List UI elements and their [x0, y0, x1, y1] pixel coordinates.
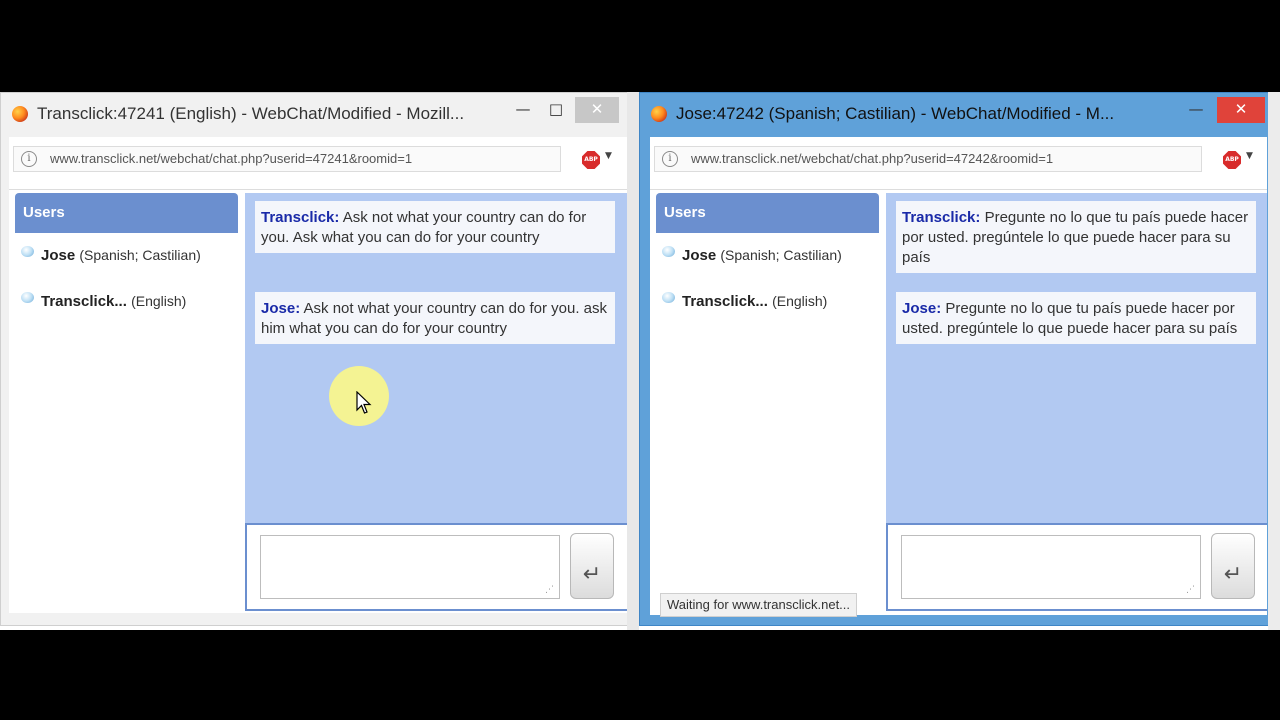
- chat-message: Transclick: Pregunte no lo que tu país p…: [896, 201, 1256, 273]
- info-icon[interactable]: i: [21, 151, 37, 167]
- url-text: www.transclick.net/webchat/chat.php?user…: [691, 151, 1054, 166]
- window-titlebar[interactable]: Jose:47242 (Spanish; Castilian) - WebCha…: [640, 93, 1279, 137]
- resize-grip-icon[interactable]: ⋰: [545, 585, 555, 595]
- user-name: Jose: [41, 247, 76, 264]
- window-title: Jose:47242 (Spanish; Castilian) - WebCha…: [676, 104, 1115, 123]
- speech-bubble-icon: [662, 292, 675, 303]
- user-language: (Spanish; Castilian): [79, 247, 201, 263]
- status-bar: Waiting for www.transclick.net...: [660, 593, 858, 617]
- address-bar[interactable]: i www.transclick.net/webchat/chat.php?us…: [13, 146, 561, 172]
- message-sender: Transclick:: [902, 209, 981, 226]
- address-bar[interactable]: i www.transclick.net/webchat/chat.php?us…: [654, 146, 1202, 172]
- users-header: Users: [15, 193, 238, 233]
- user-language: (Spanish; Castilian): [720, 247, 842, 263]
- window-content: i www.transclick.net/webchat/chat.php?us…: [9, 137, 627, 613]
- message-input[interactable]: [901, 535, 1201, 599]
- url-text: www.transclick.net/webchat/chat.php?user…: [50, 151, 413, 166]
- chat-message: Transclick: Ask not what your country ca…: [255, 201, 615, 253]
- send-button[interactable]: ↵: [570, 533, 614, 599]
- chat-messages-pane[interactable]: Transclick: Pregunte no lo que tu país p…: [886, 193, 1267, 523]
- return-arrow-icon: ↵: [1223, 561, 1243, 586]
- return-arrow-icon: ↵: [582, 561, 602, 586]
- users-sidebar: Users Jose (Spanish; Castilian) Transcli…: [15, 193, 238, 613]
- speech-bubble-icon: [662, 246, 675, 257]
- message-sender: Jose:: [261, 300, 301, 317]
- browser-window-spanish[interactable]: Jose:47242 (Spanish; Castilian) - WebCha…: [639, 92, 1280, 626]
- user-item-jose[interactable]: Jose (Spanish; Castilian): [15, 233, 238, 279]
- message-sender: Jose:: [902, 300, 942, 317]
- chat-messages-pane[interactable]: Transclick: Ask not what your country ca…: [245, 193, 627, 523]
- adblock-plus-icon[interactable]: ABP: [582, 151, 600, 169]
- chevron-down-icon[interactable]: ▼: [1246, 151, 1253, 161]
- window-content: i www.transclick.net/webchat/chat.php?us…: [650, 137, 1267, 617]
- message-text: Pregunte no lo que tu país puede hacer p…: [902, 300, 1238, 337]
- maximize-button[interactable]: □: [541, 97, 571, 123]
- user-language: (English): [131, 293, 187, 309]
- minimize-button[interactable]: —: [508, 97, 538, 123]
- user-name: Transclick...: [682, 293, 768, 310]
- firefox-icon: [12, 106, 28, 122]
- info-icon[interactable]: i: [662, 151, 678, 167]
- browser-window-english[interactable]: Transclick:47241 (English) - WebChat/Mod…: [0, 92, 636, 626]
- user-item-jose[interactable]: Jose (Spanish; Castilian): [656, 233, 879, 279]
- message-sender: Transclick:: [261, 209, 340, 226]
- chat-message: Jose: Ask not what your country can do f…: [255, 292, 615, 344]
- users-header: Users: [656, 193, 879, 233]
- user-item-transclick[interactable]: Transclick... (English): [656, 279, 879, 325]
- close-button[interactable]: ✕: [1217, 97, 1265, 123]
- user-name: Jose: [682, 247, 717, 264]
- user-name: Transclick...: [41, 293, 127, 310]
- close-button[interactable]: ✕: [575, 97, 619, 123]
- message-input[interactable]: [260, 535, 560, 599]
- minimize-button[interactable]: —: [1181, 97, 1211, 123]
- toolbar-divider: [9, 189, 627, 190]
- message-compose-area: ⋰ ↵: [245, 523, 627, 611]
- resize-grip-icon[interactable]: ⋰: [1186, 585, 1196, 595]
- message-compose-area: ⋰ ↵: [886, 523, 1267, 611]
- scrollbar[interactable]: [1268, 92, 1280, 630]
- send-button[interactable]: ↵: [1211, 533, 1255, 599]
- window-titlebar[interactable]: Transclick:47241 (English) - WebChat/Mod…: [1, 93, 635, 137]
- window-gap: [627, 92, 639, 630]
- window-title: Transclick:47241 (English) - WebChat/Mod…: [37, 104, 465, 123]
- adblock-plus-icon[interactable]: ABP: [1223, 151, 1241, 169]
- users-sidebar: Users Jose (Spanish; Castilian) Transcli…: [656, 193, 879, 613]
- chevron-down-icon[interactable]: ▼: [605, 151, 612, 161]
- chat-message: Jose: Pregunte no lo que tu país puede h…: [896, 292, 1256, 344]
- user-item-transclick[interactable]: Transclick... (English): [15, 279, 238, 325]
- speech-bubble-icon: [21, 246, 34, 257]
- user-language: (English): [772, 293, 828, 309]
- toolbar-divider: [650, 189, 1267, 190]
- desktop-screen: Transclick:47241 (English) - WebChat/Mod…: [0, 92, 1280, 630]
- message-text: Ask not what your country can do for you…: [261, 300, 608, 337]
- firefox-icon: [651, 106, 667, 122]
- speech-bubble-icon: [21, 292, 34, 303]
- mouse-cursor-icon: [356, 391, 372, 414]
